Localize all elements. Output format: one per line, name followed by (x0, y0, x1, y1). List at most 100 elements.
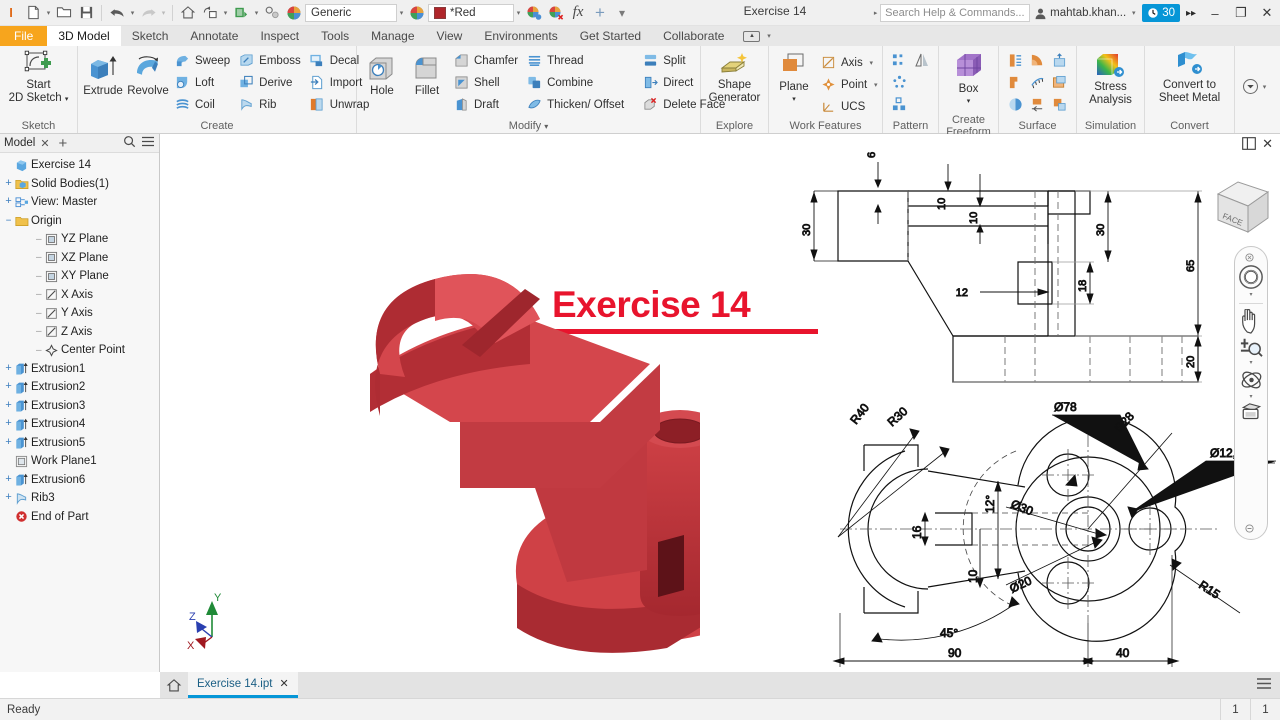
trim-icon[interactable] (1006, 72, 1026, 92)
expand-icon[interactable]: + (3, 474, 14, 486)
save-file-icon[interactable] (75, 2, 97, 24)
tab-file[interactable]: File (0, 26, 48, 46)
ribbon-display-options[interactable]: ▲ ▾ (735, 26, 781, 46)
point-button[interactable]: Point ▾ (817, 74, 884, 95)
mirror-icon[interactable] (913, 51, 931, 69)
thicken-offset-button[interactable]: Thicken/ Offset (523, 94, 628, 115)
appearance-browser-icon[interactable] (406, 2, 428, 24)
minimize-button[interactable]: – (1202, 0, 1228, 26)
navwheel-caret-icon[interactable]: ▾ (1249, 292, 1252, 298)
pan-icon[interactable] (1236, 309, 1266, 334)
tree-item-z-axis[interactable]: – Z Axis (0, 323, 159, 342)
axis-caret-icon[interactable]: ▾ (867, 59, 876, 67)
point-caret-icon[interactable]: ▾ (871, 81, 880, 89)
hole-button[interactable]: Hole (360, 48, 404, 99)
tab-annotate[interactable]: Annotate (179, 26, 249, 46)
ucs-button[interactable]: UCS (817, 96, 884, 117)
appearance-caret[interactable]: ▾ (514, 9, 523, 17)
tree-item-y-axis[interactable]: – Y Axis (0, 304, 159, 323)
tab-3d-model[interactable]: 3D Model (47, 26, 121, 46)
expand-icon[interactable]: + (3, 196, 14, 208)
tree-item-origin[interactable]: – Origin (0, 212, 159, 231)
axis-button[interactable]: Axis ▾ (817, 52, 884, 73)
tree-item-extrusion6[interactable]: + Extrusion6 (0, 471, 159, 490)
tree-item-center-point[interactable]: – Center Point (0, 341, 159, 360)
model-3d-view[interactable] (180, 134, 700, 654)
chamfer-button[interactable]: Chamfer (450, 50, 522, 71)
derive-button[interactable]: Derive (235, 72, 305, 93)
stress-analysis-button[interactable]: Stress Analysis (1085, 48, 1136, 108)
start-2d-sketch-button[interactable]: Start 2D Sketch ▾ (5, 48, 73, 108)
look-at-icon[interactable] (1236, 402, 1266, 424)
tab-manage[interactable]: Manage (360, 26, 425, 46)
new-file-icon[interactable] (22, 2, 44, 24)
shape-generator-button[interactable]: Shape Generator (705, 48, 765, 106)
expand-icon[interactable]: + (3, 178, 14, 190)
browser-tab-close-icon[interactable]: ✕ (40, 137, 49, 150)
rib-button[interactable]: Rib (235, 94, 305, 115)
stitch-icon[interactable] (1006, 50, 1026, 70)
close-button[interactable]: ✕ (1254, 0, 1280, 26)
user-caret-icon[interactable]: ▾ (1129, 9, 1138, 17)
ruled-surface-icon[interactable] (1028, 72, 1048, 92)
tree-item-end-of-part[interactable]: End of Part (0, 508, 159, 527)
tree-item-rib3[interactable]: + Rib3 (0, 489, 159, 508)
sketch-driven-pattern-icon[interactable] (891, 95, 909, 113)
parameters-fx-icon[interactable]: fx (567, 2, 589, 24)
emboss-button[interactable]: Emboss (235, 50, 305, 71)
boundary-patch-icon[interactable] (1050, 94, 1070, 114)
tree-item-extrusion1[interactable]: + Extrusion1 (0, 360, 159, 379)
trial-days-badge[interactable]: 30 (1142, 4, 1180, 22)
revolve-button[interactable]: Revolve (126, 48, 170, 99)
combine-button[interactable]: Combine (523, 72, 628, 93)
expand-icon[interactable]: + (3, 400, 14, 412)
tab-environments[interactable]: Environments (473, 26, 568, 46)
sweep-button[interactable]: Sweep (171, 50, 234, 71)
clear-appearance-icon[interactable] (545, 2, 567, 24)
extend-icon[interactable] (1050, 50, 1070, 70)
search-icon[interactable] (123, 135, 136, 151)
zoom-caret-icon[interactable]: ▾ (1249, 360, 1252, 366)
shell-button[interactable]: Shell (450, 72, 522, 93)
tab-tools[interactable]: Tools (310, 26, 360, 46)
search-input[interactable]: Search Help & Commands... (880, 4, 1031, 22)
update-caret[interactable]: ▾ (252, 9, 261, 17)
tree-item-extrusion4[interactable]: + Extrusion4 (0, 415, 159, 434)
thread-button[interactable]: Thread (523, 50, 628, 71)
redo-caret[interactable]: ▾ (159, 9, 168, 17)
appearance-combo[interactable]: *Red (428, 3, 514, 22)
undo-caret[interactable]: ▾ (128, 9, 137, 17)
tab-inspect[interactable]: Inspect (249, 26, 310, 46)
expand-icon[interactable]: + (3, 437, 14, 449)
redo-icon[interactable] (137, 2, 159, 24)
tree-item-x-axis[interactable]: – X Axis (0, 286, 159, 305)
full-navigation-wheel-icon[interactable] (1236, 264, 1266, 290)
new-file-caret[interactable]: ▾ (44, 9, 53, 17)
home-icon[interactable] (160, 672, 188, 698)
ribbon-overflow-icon[interactable] (1241, 78, 1259, 96)
add-to-qat-icon[interactable]: + (589, 2, 611, 24)
restore-button[interactable]: ❐ (1228, 0, 1254, 26)
patch-icon[interactable] (1050, 72, 1070, 92)
box-caret-icon[interactable]: ▾ (967, 96, 971, 108)
tree-item-extrusion5[interactable]: + Extrusion5 (0, 434, 159, 453)
tree-item-exercise-14[interactable]: Exercise 14 (0, 156, 159, 175)
expand-icon[interactable]: + (3, 381, 14, 393)
hamburger-icon[interactable] (1256, 677, 1272, 693)
tab-get-started[interactable]: Get Started (569, 26, 652, 46)
ribbon-group-label-modify[interactable]: Modify ▾ (360, 119, 697, 133)
return-caret[interactable]: ▾ (221, 9, 230, 17)
zoom-icon[interactable] (1236, 336, 1266, 358)
tree-item-solid-bodies-1[interactable]: + Solid Bodies(1) (0, 175, 159, 194)
browser-tab-model[interactable]: Model (4, 137, 35, 149)
open-file-icon[interactable] (53, 2, 75, 24)
document-tab-close-icon[interactable]: ✕ (279, 677, 288, 690)
coil-button[interactable]: Coil (171, 94, 234, 115)
tab-collaborate[interactable]: Collaborate (652, 26, 735, 46)
undo-icon[interactable] (106, 2, 128, 24)
browser-add-tab-icon[interactable]: + (55, 135, 68, 152)
tab-sketch[interactable]: Sketch (121, 26, 180, 46)
expand-titlebar-icon[interactable]: ▸▸ (1180, 2, 1202, 24)
material-caret[interactable]: ▾ (397, 9, 406, 17)
view-cube[interactable]: FACE (1212, 176, 1274, 238)
